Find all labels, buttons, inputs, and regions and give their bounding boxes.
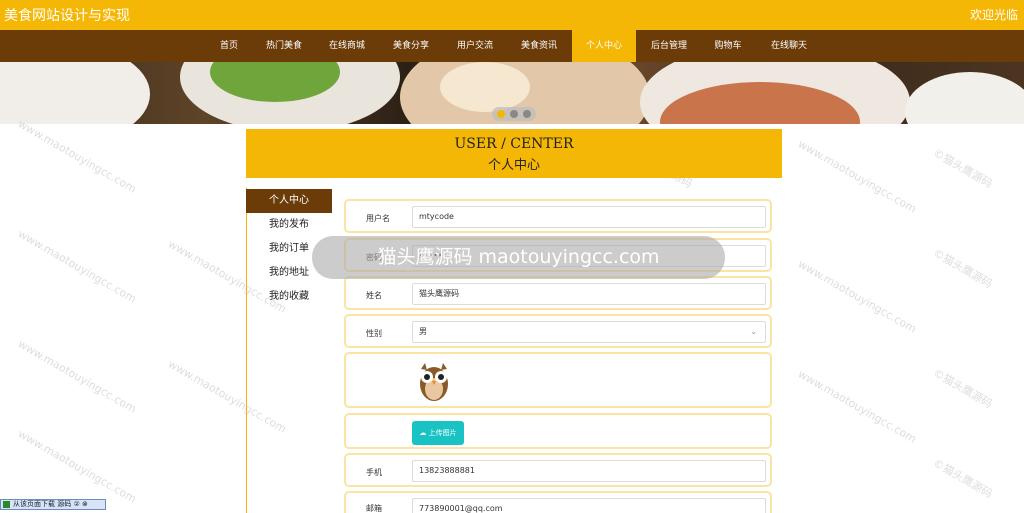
download-widget-label: 从该页面下载 源码 ② ⊗ <box>13 500 88 508</box>
gender-value: 男 <box>419 327 427 336</box>
watermark-text: www.maotouyingcc.com <box>795 367 919 446</box>
owl-avatar-icon <box>420 363 448 401</box>
top-bar: 美食网站设计与实现 欢迎光临 <box>0 0 1024 30</box>
form-row-name: 姓名 猫头鹰源码 <box>344 276 772 310</box>
email-label: 邮箱 <box>366 504 382 513</box>
form-row-phone: 手机 13823888881 <box>344 453 772 487</box>
nav-item-hot-food[interactable]: 热门美食 <box>256 30 312 62</box>
form-row-username: 用户名 mtycode <box>344 199 772 233</box>
form-row-gender: 性别 男 ⌄ <box>344 314 772 348</box>
carousel-indicator <box>492 107 536 121</box>
watermark-text: ©猫头鹰源码 <box>930 456 995 501</box>
phone-label: 手机 <box>366 468 382 477</box>
nav-item-user-center[interactable]: 个人中心 <box>572 30 636 62</box>
username-input[interactable]: mtycode <box>412 206 766 228</box>
email-input[interactable]: 773890001@qq.com <box>412 498 766 513</box>
banner-plate-right <box>905 72 1024 124</box>
nav-item-cart[interactable]: 购物车 <box>704 30 752 62</box>
upload-image-button[interactable]: ☁ 上传图片 <box>412 421 464 445</box>
banner-tofu <box>440 62 530 112</box>
gender-label: 性别 <box>366 329 382 338</box>
download-widget[interactable]: 从该页面下载 源码 ② ⊗ <box>0 499 106 510</box>
user-center-title-cn: 个人中心 <box>487 158 540 173</box>
main-nav: 首页 热门美食 在线商城 美食分享 用户交流 美食资讯 个人中心 后台管理 购物… <box>0 30 1024 62</box>
watermark-text: www.maotouyingcc.com <box>15 337 139 416</box>
nav-item-forum[interactable]: 用户交流 <box>446 30 504 62</box>
watermark-text: ©猫头鹰源码 <box>930 246 995 291</box>
nav-item-home[interactable]: 首页 <box>206 30 252 62</box>
avatar <box>414 359 454 403</box>
user-center-title-en: USER / CENTER <box>454 136 574 152</box>
nav-item-share[interactable]: 美食分享 <box>382 30 440 62</box>
chevron-down-icon: ⌄ <box>750 327 757 336</box>
watermark-text: www.maotouyingcc.com <box>795 137 919 216</box>
username-label: 用户名 <box>366 214 390 223</box>
sidebar-item-my-posts[interactable]: 我的发布 <box>246 213 332 237</box>
watermark-banner: 猫头鹰源码 maotouyingcc.com <box>312 236 725 279</box>
nav-item-chat[interactable]: 在线聊天 <box>760 30 818 62</box>
name-label: 姓名 <box>366 291 382 300</box>
gender-select[interactable]: 男 ⌄ <box>412 321 766 343</box>
user-center-header: USER / CENTER 个人中心 <box>246 129 782 178</box>
carousel-dot[interactable] <box>497 110 505 118</box>
name-input[interactable]: 猫头鹰源码 <box>412 283 766 305</box>
carousel-dot[interactable] <box>523 110 531 118</box>
form-row-upload: ☁ 上传图片 <box>344 413 772 449</box>
site-title[interactable]: 美食网站设计与实现 <box>4 5 130 25</box>
sidebar-item-my-favorites[interactable]: 我的收藏 <box>246 285 332 309</box>
watermark-text: www.maotouyingcc.com <box>15 427 139 506</box>
nav-item-news[interactable]: 美食资讯 <box>510 30 568 62</box>
watermark-text: ©猫头鹰源码 <box>930 366 995 411</box>
phone-input[interactable]: 13823888881 <box>412 460 766 482</box>
nav-item-shop[interactable]: 在线商城 <box>318 30 376 62</box>
upload-button-label: 上传图片 <box>428 429 457 437</box>
carousel-dot[interactable] <box>510 110 518 118</box>
welcome-text: 欢迎光临 <box>969 8 1018 22</box>
watermark-text: www.maotouyingcc.com <box>165 357 289 436</box>
watermark-text: ©猫头鹰源码 <box>930 146 995 191</box>
form-row-email: 邮箱 773890001@qq.com <box>344 491 772 513</box>
watermark-text: www.maotouyingcc.com <box>15 227 139 306</box>
watermark-text: www.maotouyingcc.com <box>15 117 139 196</box>
form-row-avatar <box>344 352 772 408</box>
banner-plate-rice <box>0 62 150 124</box>
watermark-text: www.maotouyingcc.com <box>795 257 919 336</box>
sidebar-item-user-center[interactable]: 个人中心 <box>246 189 332 213</box>
play-icon <box>3 501 10 508</box>
nav-item-admin[interactable]: 后台管理 <box>640 30 698 62</box>
cloud-upload-icon: ☁ <box>419 429 427 437</box>
